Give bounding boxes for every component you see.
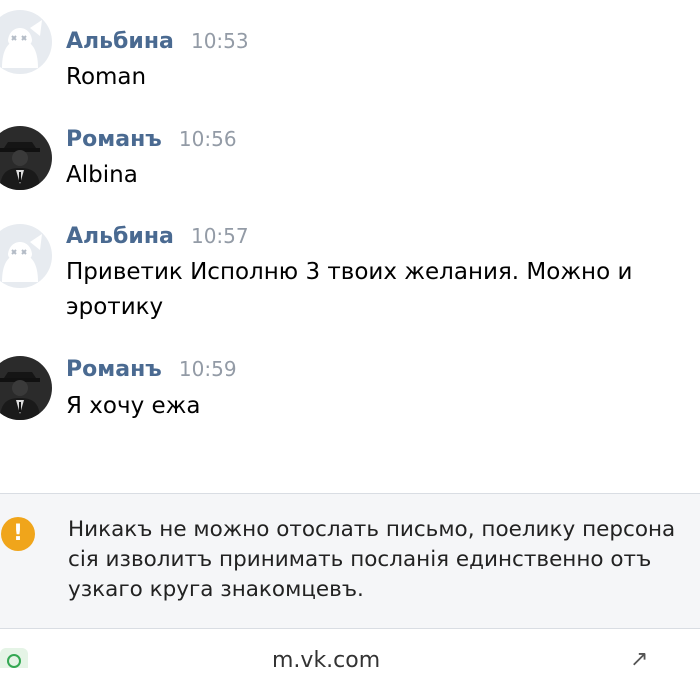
- message-header: Романъ 10:59: [66, 357, 237, 382]
- dog-avatar-icon[interactable]: [0, 10, 52, 74]
- notice-text: Никакъ не можно отослать письмо, поелику…: [68, 517, 676, 602]
- author-name[interactable]: Романъ: [66, 127, 162, 152]
- author-name[interactable]: Альбина: [66, 224, 174, 249]
- dog-avatar-icon[interactable]: [0, 224, 52, 288]
- message-header: Альбина 10:57: [66, 224, 249, 249]
- author-name[interactable]: Альбина: [66, 29, 174, 54]
- message-history: Альбина 10:53 Roman Романъ 10:56 Albina: [0, 0, 700, 493]
- message-time: 10:53: [190, 29, 249, 53]
- user-photo-avatar[interactable]: [0, 126, 52, 190]
- url-text[interactable]: m.vk.com: [272, 648, 412, 673]
- share-icon[interactable]: ↗: [630, 649, 660, 671]
- user-photo-avatar[interactable]: [0, 356, 52, 420]
- lock-icon[interactable]: [0, 648, 28, 668]
- message-text: Я хочу ежа: [66, 393, 201, 419]
- author-name[interactable]: Романъ: [66, 357, 162, 382]
- message-text: Albina: [66, 162, 138, 188]
- message-time: 10:57: [190, 224, 249, 248]
- exclamation-icon: !: [1, 517, 35, 551]
- message-text: Приветик Исполню 3 твоих желания. Можно …: [66, 259, 633, 320]
- message-time: 10:59: [178, 357, 237, 381]
- message-time: 10:56: [178, 127, 237, 151]
- message-text: Roman: [66, 64, 147, 90]
- message-header: Альбина 10:53: [66, 29, 249, 54]
- message-header: Романъ 10:56: [66, 127, 237, 152]
